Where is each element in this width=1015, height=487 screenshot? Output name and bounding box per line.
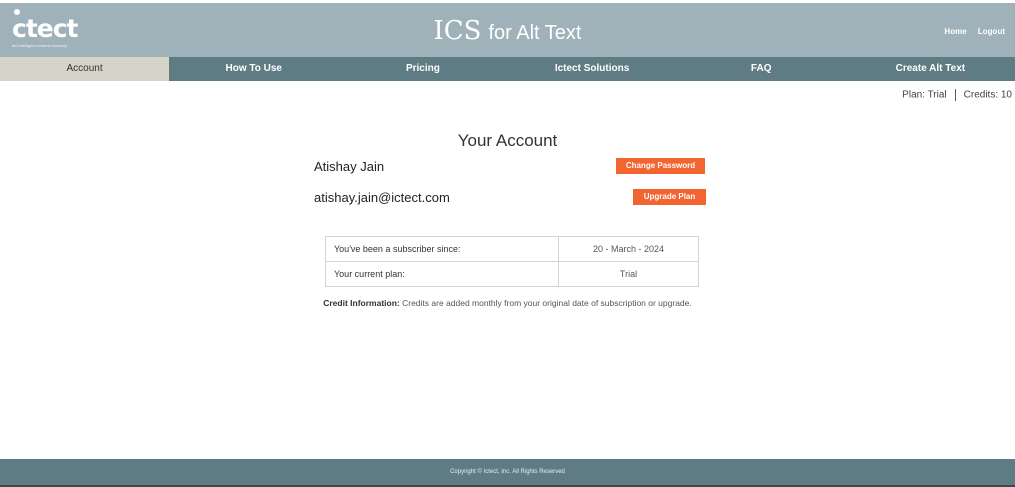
nav-item-create-alt-text[interactable]: Create Alt Text	[846, 57, 1015, 81]
divider	[954, 89, 956, 101]
plan-info: Plan: Trial Credits: 10	[902, 89, 1012, 101]
user-email: atishay.jain@ictect.com	[314, 190, 450, 205]
subscription-table: You've been a subscriber since: 20 - Mar…	[325, 236, 699, 287]
nav-item-how-to-use[interactable]: How To Use	[169, 57, 338, 81]
credit-info-label: Credit Information:	[323, 298, 400, 308]
main-nav: Account How To Use Pricing Ictect Soluti…	[0, 57, 1015, 81]
table-cell-value: Trial	[558, 261, 699, 287]
nav-item-account[interactable]: Account	[0, 57, 170, 81]
credits-label: Credits: 10	[963, 89, 1012, 101]
header-links: Home Logout	[935, 27, 1005, 36]
nav-item-faq[interactable]: FAQ	[677, 57, 846, 81]
header: ctect the intelligent content company IC…	[0, 3, 1015, 57]
app-title-sub: for Alt Text	[488, 22, 582, 44]
logout-link[interactable]: Logout	[978, 27, 1005, 36]
plan-label: Plan: Trial	[902, 89, 947, 101]
table-cell-label: You've been a subscriber since:	[325, 236, 559, 262]
home-link[interactable]: Home	[944, 27, 966, 36]
copyright-text: Copyright © Ictect, Inc. All Rights Rese…	[450, 469, 565, 475]
nav-item-ictect-solutions[interactable]: Ictect Solutions	[507, 57, 676, 81]
table-row: You've been a subscriber since: 20 - Mar…	[325, 236, 699, 262]
table-row: Your current plan: Trial	[325, 261, 699, 287]
change-password-button[interactable]: Change Password	[616, 158, 705, 174]
table-cell-label: Your current plan:	[325, 261, 559, 287]
credit-information: Credit Information: Credits are added mo…	[0, 298, 1015, 308]
upgrade-plan-button[interactable]: Upgrade Plan	[633, 189, 706, 205]
app-title: ICS for Alt Text	[0, 17, 1015, 47]
page-title: Your Account	[457, 131, 558, 150]
footer: Copyright © Ictect, Inc. All Rights Rese…	[0, 459, 1015, 485]
app-title-main: ICS	[433, 16, 482, 46]
nav-item-pricing[interactable]: Pricing	[338, 57, 507, 81]
table-cell-value: 20 - March - 2024	[558, 236, 699, 262]
credit-info-text: Credits are added monthly from your orig…	[402, 298, 692, 308]
user-name: Atishay Jain	[314, 159, 385, 174]
